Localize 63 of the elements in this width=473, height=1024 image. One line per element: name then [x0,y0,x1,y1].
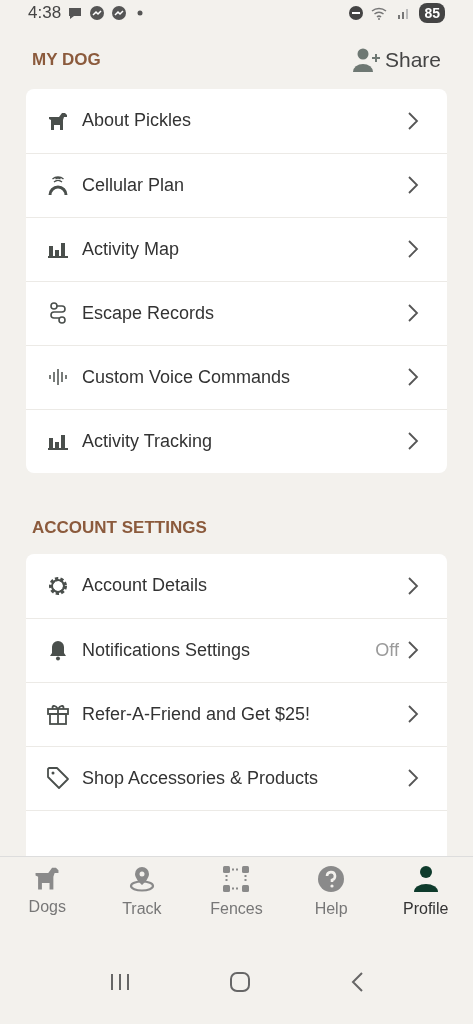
back-icon[interactable] [349,971,364,993]
chevron-right-icon [407,110,419,131]
chevron-right-icon [407,704,419,724]
menu-row[interactable]: About Pickles [26,88,447,153]
chevron-right-icon [407,768,419,788]
menu-row[interactable]: Shop Accessories & Products [26,745,447,810]
share-button[interactable]: Share [352,43,441,76]
row-label: Refer-A-Friend and Get $25! [82,702,312,726]
fence-area-icon [222,865,251,893]
do-not-disturb-icon [349,5,364,20]
sound-wave-icon [48,368,68,386]
section-heading: MY DOG [32,48,101,71]
person-icon [411,865,440,893]
chevron-right-icon [407,303,419,323]
route-icon [49,302,67,324]
row-label: Escape Records [82,301,216,325]
nav-tab[interactable]: Dogs [0,865,95,917]
row-label: Account Details [82,574,209,597]
menu-row[interactable]: Cellular Plan [26,152,447,217]
chevron-right-icon [407,239,419,259]
bell-icon [48,639,68,661]
chevron-right-icon [407,575,419,596]
chevron-right-icon [407,367,419,387]
row-label: Notifications Settings [82,638,252,662]
menu-row[interactable]: Account Details [26,553,447,618]
row-label: Activity Map [82,237,181,261]
row-label: Cellular Plan [82,173,186,197]
gear-icon [47,574,69,597]
menu-row[interactable]: Activity Map [26,216,447,281]
bar-chart-icon [48,240,68,258]
menu-row[interactable]: Custom Voice Commands [26,344,447,409]
row-value: Off [375,638,399,662]
clock-time: 4:38 [28,2,62,24]
signal-arch-icon [47,174,69,196]
help-icon [317,865,346,893]
menu-row[interactable]: Refer-A-Friend and Get $25! [26,681,447,746]
dog-icon [47,110,69,131]
row-label: Custom Voice Commands [82,365,292,389]
nav-tab[interactable]: Help [283,865,379,919]
row-label: About Pickles [82,109,193,132]
messenger-icon [111,4,128,21]
location-pin-icon [127,865,156,893]
chevron-right-icon [407,640,419,660]
menu-row[interactable]: Escape Records [26,280,447,345]
row-label: Shop Accessories & Products [82,766,320,790]
add-person-icon [352,47,381,72]
messenger-icon [89,4,106,21]
nav-tab[interactable]: Track [94,865,190,919]
recent-apps-icon[interactable] [109,972,132,992]
menu-row[interactable]: Activity Tracking [26,408,447,473]
chevron-right-icon [407,175,419,195]
row-label: Activity Tracking [82,429,214,453]
nav-tab[interactable]: Fences [189,865,284,919]
home-icon[interactable] [229,971,252,993]
gift-icon [46,702,70,726]
nav-tab[interactable]: Profile [378,865,473,919]
bar-chart-icon [48,432,68,450]
section-heading: ACCOUNT SETTINGS [32,516,207,539]
chevron-right-icon [407,431,419,451]
dot-icon [137,9,144,16]
menu-row[interactable]: Notifications Settings Off [26,617,447,682]
battery-level: 85 [419,2,445,23]
tag-icon [46,766,70,790]
